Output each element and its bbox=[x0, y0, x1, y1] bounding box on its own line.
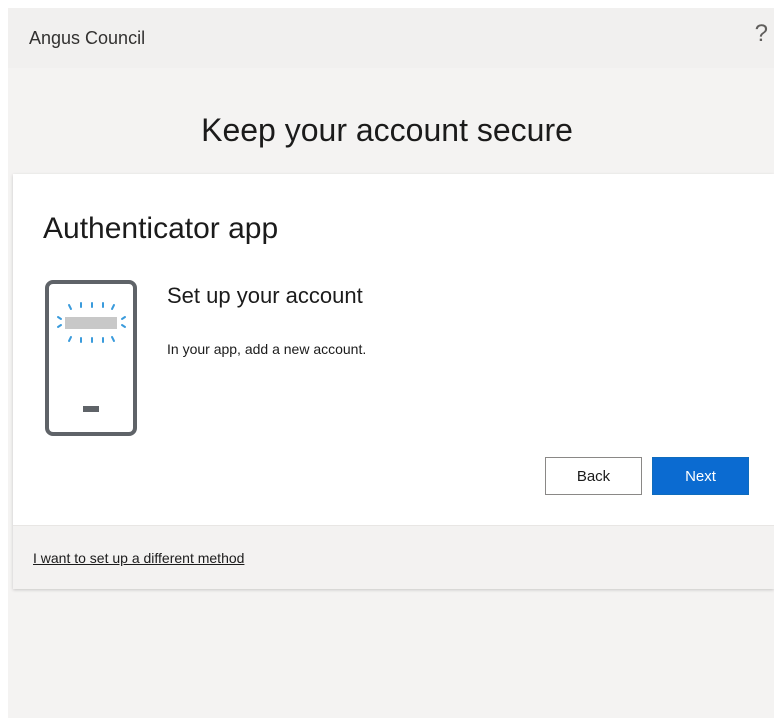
phone-authenticator-icon bbox=[45, 280, 137, 436]
setup-card: Authenticator app Set up your account In… bbox=[13, 174, 774, 589]
card-footer: I want to set up a different method bbox=[13, 525, 774, 589]
page: Angus Council ? Keep your account secure… bbox=[0, 0, 774, 718]
page-background: Angus Council ? Keep your account secure… bbox=[8, 8, 774, 718]
different-method-link[interactable]: I want to set up a different method bbox=[33, 550, 244, 566]
step-instructions: In your app, add a new account. bbox=[167, 341, 367, 357]
card-title: Authenticator app bbox=[43, 212, 279, 245]
page-title: Keep your account secure bbox=[201, 112, 573, 148]
step-title: Set up your account bbox=[167, 283, 363, 308]
top-bar: Angus Council ? bbox=[8, 8, 774, 68]
next-button[interactable]: Next bbox=[652, 457, 749, 495]
organization-name: Angus Council bbox=[29, 28, 146, 48]
back-button[interactable]: Back bbox=[545, 457, 642, 495]
question-mark-icon[interactable]: ? bbox=[755, 22, 768, 46]
